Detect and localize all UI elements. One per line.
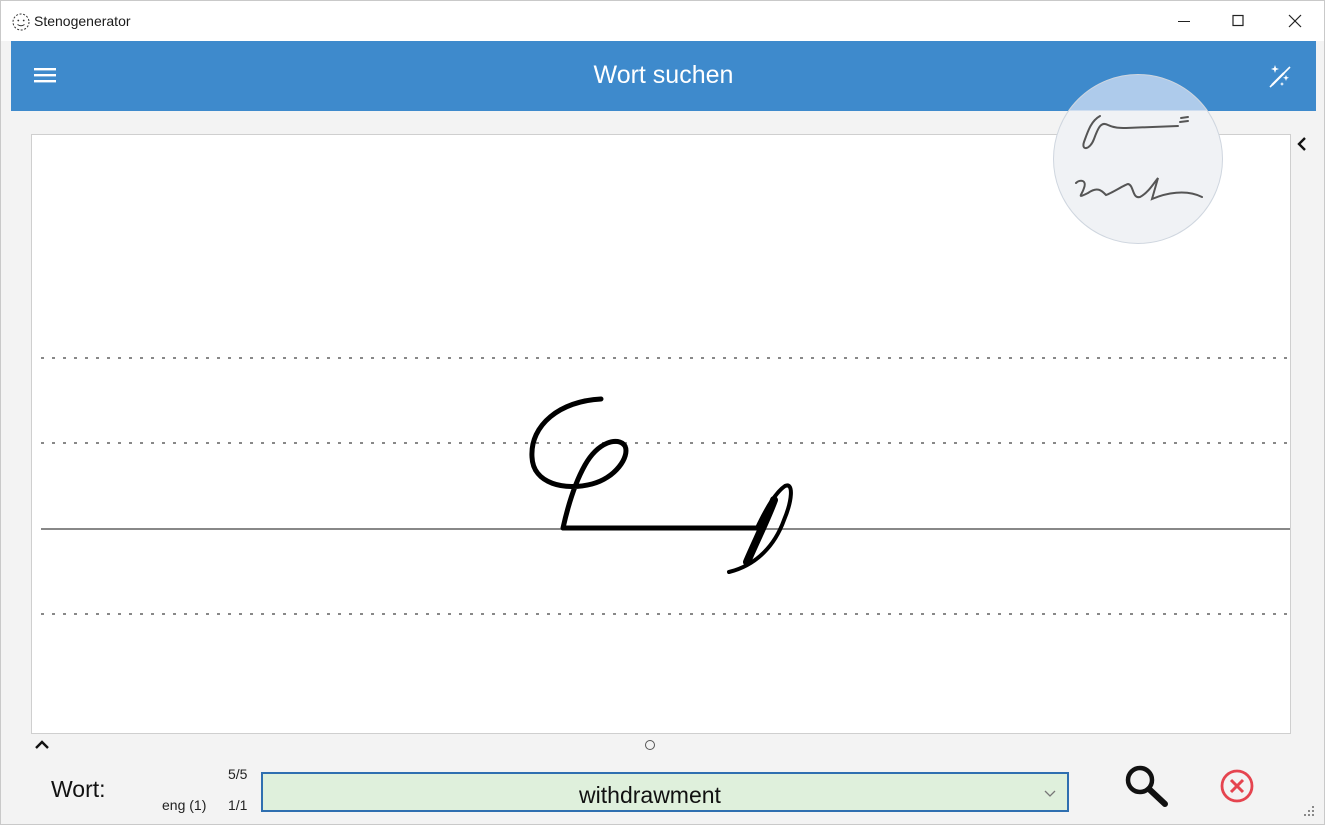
maximize-icon [1232,14,1244,27]
resize-grip-icon[interactable] [1301,803,1315,817]
word-input-value[interactable]: withdrawment [263,782,1037,809]
app-window: Stenogenerator Wort suchen Wort: 5/5 eng… [0,0,1325,825]
language-count: 1/1 [228,797,248,813]
close-icon [1288,14,1302,28]
minimize-icon [1178,21,1190,22]
title-bar[interactable]: Stenogenerator [1,1,1324,41]
chevron-up-icon[interactable] [33,737,51,751]
app-icon [12,13,30,31]
cancel-circle-icon[interactable] [1218,767,1256,805]
minimize-button[interactable] [1161,1,1207,41]
word-combobox[interactable]: withdrawment [261,772,1069,812]
language-label[interactable]: eng (1) [162,797,206,813]
magic-wand-off-icon[interactable] [1267,63,1293,89]
steno-symbol [529,396,793,574]
suggestion-steno-preview [1075,115,1203,201]
splitter-handle[interactable] [645,740,655,750]
magnifier-icon[interactable] [1122,763,1170,809]
result-count: 5/5 [228,766,248,782]
close-button[interactable] [1272,1,1318,41]
chevron-down-icon[interactable] [1043,788,1057,798]
maximize-button[interactable] [1215,1,1261,41]
suggestion-preview[interactable] [1053,74,1223,244]
window-title: Stenogenerator [34,13,131,29]
word-label: Wort: [51,776,106,802]
chevron-left-icon[interactable] [1294,135,1310,153]
